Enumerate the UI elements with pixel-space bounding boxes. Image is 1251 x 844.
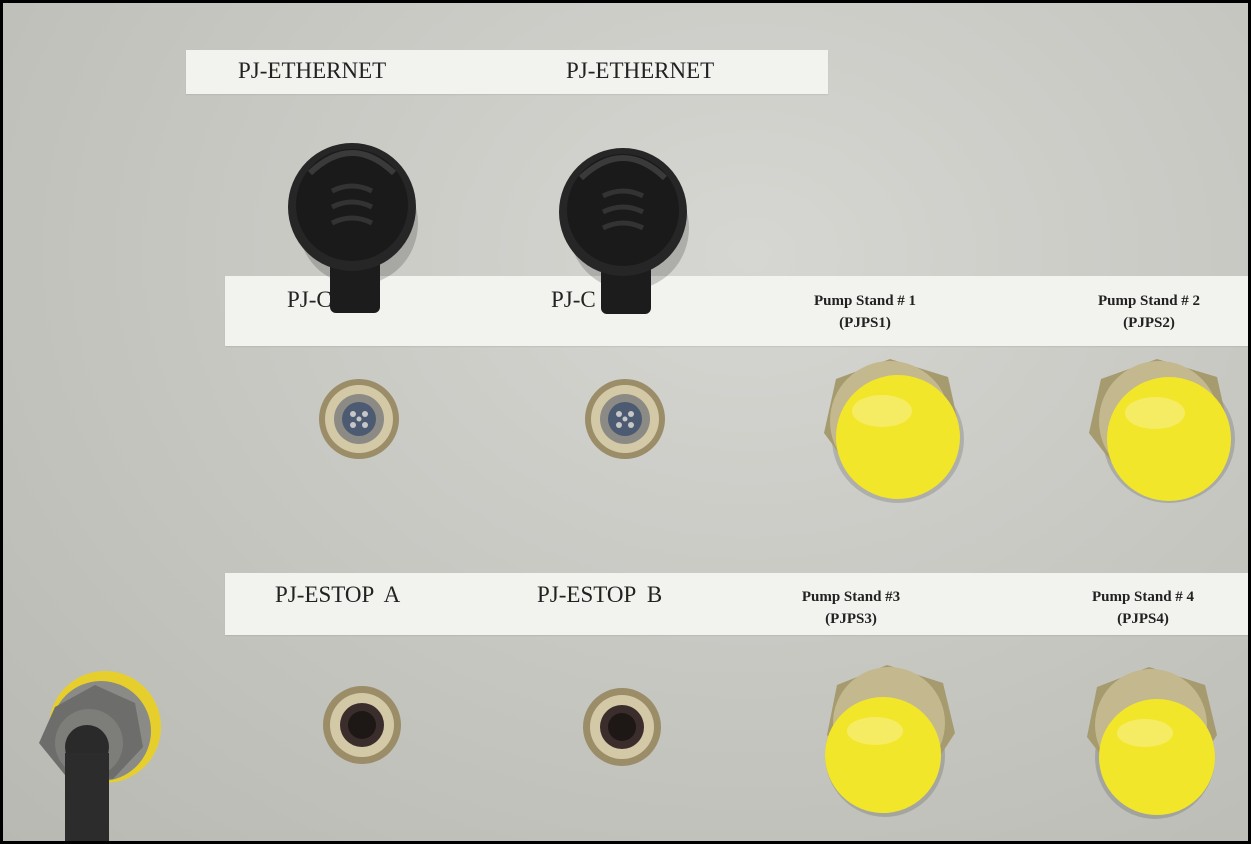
m12-connector-icon xyxy=(583,688,661,766)
m12-connector-icon xyxy=(319,379,399,459)
ethernet-cap-icon xyxy=(559,148,689,314)
pump-stand-3-code: (PJPS3) xyxy=(825,611,877,627)
pump-stand-2-name: Pump Stand # 2 xyxy=(1097,293,1201,309)
control-panel-photo: PJ-ETHERNET PJ-ETHERNET PJ-C PJ-C Pump S… xyxy=(0,0,1251,844)
pump-stand-4-code: (PJPS4) xyxy=(1117,611,1169,627)
pump-stand-3-name: Pump Stand #3 xyxy=(801,589,901,605)
label-strip-estop-pump: PJ-ESTOP A PJ-ESTOP B Pump Stand #3 (PJP… xyxy=(225,573,1248,635)
label-estop-b: PJ-ESTOP B xyxy=(537,582,663,607)
pump-stand-4-name: Pump Stand # 4 xyxy=(1091,589,1195,605)
label-pump-stand-3: Pump Stand #3 (PJPS3) xyxy=(802,586,900,630)
yellow-dust-cap-icon xyxy=(1089,359,1235,503)
pump-stand-1-code: (PJPS1) xyxy=(839,315,891,331)
pump-stand-2-code: (PJPS2) xyxy=(1123,315,1175,331)
label-estop-a: PJ-ESTOP A xyxy=(275,582,401,607)
label-ethernet-2: PJ-ETHERNET xyxy=(566,58,715,83)
label-pump-stand-4: Pump Stand # 4 (PJPS4) xyxy=(1092,586,1194,630)
m12-connector-icon xyxy=(585,379,665,459)
label-pump-stand-2: Pump Stand # 2 (PJPS2) xyxy=(1098,290,1200,334)
ethernet-cap-icon xyxy=(288,143,418,313)
label-ethernet-1: PJ-ETHERNET xyxy=(238,58,387,83)
label-strip-ethernet: PJ-ETHERNET PJ-ETHERNET xyxy=(186,50,828,94)
label-pump-stand-1: Pump Stand # 1 (PJPS1) xyxy=(814,290,916,334)
yellow-dust-cap-icon xyxy=(825,665,955,817)
yellow-dust-cap-icon xyxy=(824,359,964,503)
yellow-dust-cap-icon xyxy=(1087,667,1217,819)
cable-gland-icon xyxy=(39,671,161,841)
pump-stand-1-name: Pump Stand # 1 xyxy=(813,293,917,309)
m12-connector-icon xyxy=(323,686,401,764)
